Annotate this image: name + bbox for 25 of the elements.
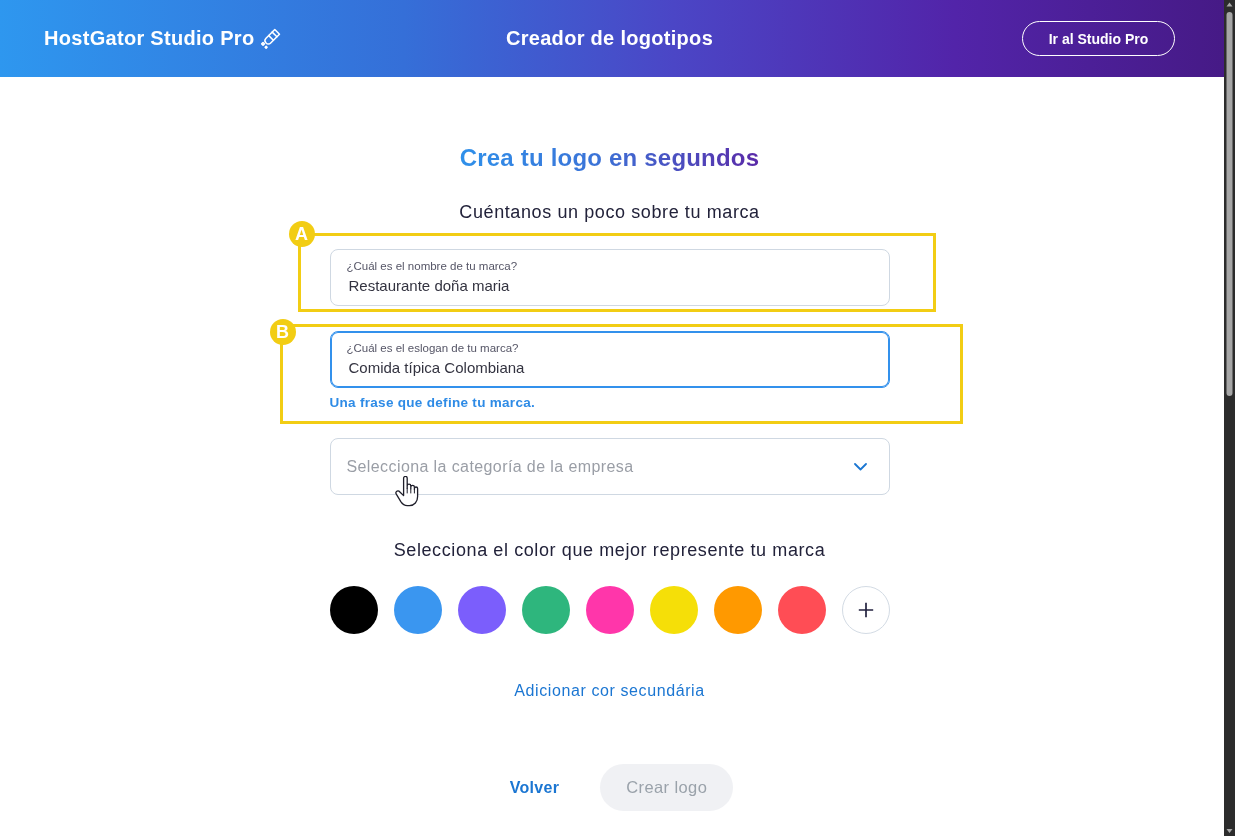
scrollbar[interactable] (1224, 0, 1235, 836)
add-color-button[interactable] (841, 586, 890, 634)
brand-name: HostGator Studio Pro (44, 27, 255, 50)
color-heading: Selecciona el color que mejor represente tu marca (393, 539, 826, 561)
plus-icon (857, 602, 874, 618)
color-swatch-icon[interactable] (585, 586, 634, 634)
secondary-color-link[interactable]: Adicionar cor secundária (514, 681, 705, 701)
annotation-badge: B (269, 319, 296, 345)
color-swatch-icon[interactable] (777, 586, 826, 634)
color-swatch-icon[interactable] (713, 586, 762, 634)
hand-cursor-icon (394, 476, 419, 507)
form-subheading: Cuéntanos un poco sobre tu marca (459, 201, 760, 223)
pen-sparkle-icon (260, 28, 282, 49)
page-title: Creador de logotipos (505, 27, 714, 50)
field-label: ¿Cuál es el eslogan de tu marca? (346, 341, 519, 356)
color-swatch-icon[interactable] (393, 586, 442, 634)
chevron-down-icon (853, 462, 867, 471)
color-swatch-icon[interactable] (649, 586, 698, 634)
back-link[interactable]: Volver (509, 778, 560, 797)
color-swatch-icon[interactable] (521, 586, 570, 634)
field-label: ¿Cuál es el nombre de tu marca? (346, 259, 518, 274)
annotation-badge: A (288, 221, 315, 247)
color-swatch-icon[interactable] (329, 586, 378, 634)
field-hint: Una frase que define tu marca. (329, 395, 536, 411)
color-swatch-icon[interactable] (457, 586, 506, 634)
